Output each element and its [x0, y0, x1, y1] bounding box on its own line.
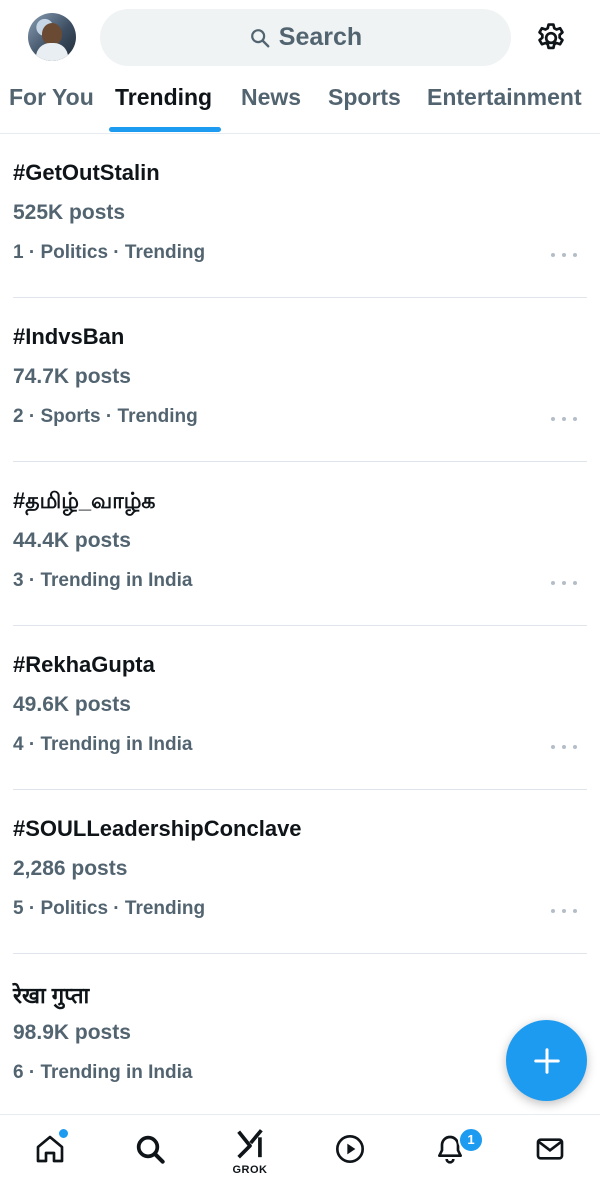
plus-icon — [533, 1047, 560, 1074]
grok-icon — [237, 1129, 263, 1159]
search-bar[interactable]: Search — [100, 9, 511, 66]
trend-title: #RekhaGupta — [13, 652, 155, 677]
trend-title: रेखा गुप्ता — [13, 983, 90, 1008]
avatar-face — [42, 23, 62, 45]
search-label: Search — [278, 23, 363, 51]
trend-item[interactable]: #SOULLeadershipConclave 2,286 posts 5 · … — [0, 790, 600, 954]
play-icon — [336, 1135, 364, 1163]
home-unread-dot — [58, 1128, 69, 1139]
trend-item[interactable]: रेखा गुप्ता 98.9K posts 6 · Trending in … — [0, 954, 600, 1118]
trend-item[interactable]: #தமிழ்_வாழ்க 44.4K posts 3 · Trending in… — [0, 462, 600, 626]
nav-messages[interactable] — [530, 1129, 570, 1169]
mail-icon — [536, 1138, 564, 1160]
tab-for-you[interactable]: For You — [9, 84, 94, 111]
tab-news[interactable]: News — [241, 84, 301, 111]
nav-video[interactable] — [330, 1129, 370, 1169]
settings-button[interactable] — [531, 18, 571, 58]
trend-meta: 2 · Sports · Trending — [13, 406, 198, 427]
grok-label: GROK — [232, 1164, 268, 1176]
search-icon — [136, 1135, 165, 1164]
trend-meta: 6 · Trending in India — [13, 1062, 193, 1083]
trend-title: #IndvsBan — [13, 324, 125, 349]
top-bar: Search — [0, 0, 600, 76]
tab-sports[interactable]: Sports — [328, 84, 401, 111]
notification-badge: 1 — [458, 1127, 484, 1153]
trend-meta: 1 · Politics · Trending — [13, 242, 206, 263]
explore-tabs: For You Trending News Sports Entertainme… — [0, 76, 600, 134]
avatar[interactable] — [28, 13, 76, 61]
trend-post-count: 49.6K posts — [13, 693, 131, 716]
trend-post-count: 74.7K posts — [13, 365, 131, 388]
trend-meta: 4 · Trending in India — [13, 734, 193, 755]
trend-post-count: 525K posts — [13, 201, 126, 224]
tab-entertainment[interactable]: Entertainment — [427, 84, 582, 111]
trend-item[interactable]: #IndvsBan 74.7K posts 2 · Sports · Trend… — [0, 298, 600, 462]
nav-search[interactable] — [130, 1129, 170, 1169]
gear-icon — [538, 23, 564, 50]
trend-title: #GetOutStalin — [13, 160, 160, 185]
more-options-icon[interactable] — [551, 906, 577, 916]
trend-meta: 5 · Politics · Trending — [13, 898, 206, 919]
trend-post-count: 44.4K posts — [13, 529, 131, 552]
more-options-icon[interactable] — [551, 578, 577, 588]
trend-item[interactable]: #RekhaGupta 49.6K posts 4 · Trending in … — [0, 626, 600, 790]
active-tab-indicator — [109, 127, 221, 132]
compose-button[interactable] — [506, 1020, 587, 1101]
trend-post-count: 98.9K posts — [13, 1021, 131, 1044]
trend-title: #தமிழ்_வாழ்க — [13, 488, 156, 513]
more-options-icon[interactable] — [551, 742, 577, 752]
nav-grok[interactable] — [230, 1123, 270, 1163]
trend-post-count: 2,286 posts — [13, 857, 128, 880]
trend-item[interactable]: #GetOutStalin 525K posts 1 · Politics · … — [0, 134, 600, 298]
tab-trending[interactable]: Trending — [115, 84, 212, 111]
avatar-body — [36, 43, 68, 61]
trend-title: #SOULLeadershipConclave — [13, 816, 302, 841]
trend-meta: 3 · Trending in India — [13, 570, 193, 591]
more-options-icon[interactable] — [551, 414, 577, 424]
explore-page: Search For You Trending News Sports Ente… — [0, 0, 600, 1182]
search-icon — [250, 28, 270, 47]
bottom-nav: GROK 1 — [0, 1114, 600, 1182]
more-options-icon[interactable] — [551, 250, 577, 260]
